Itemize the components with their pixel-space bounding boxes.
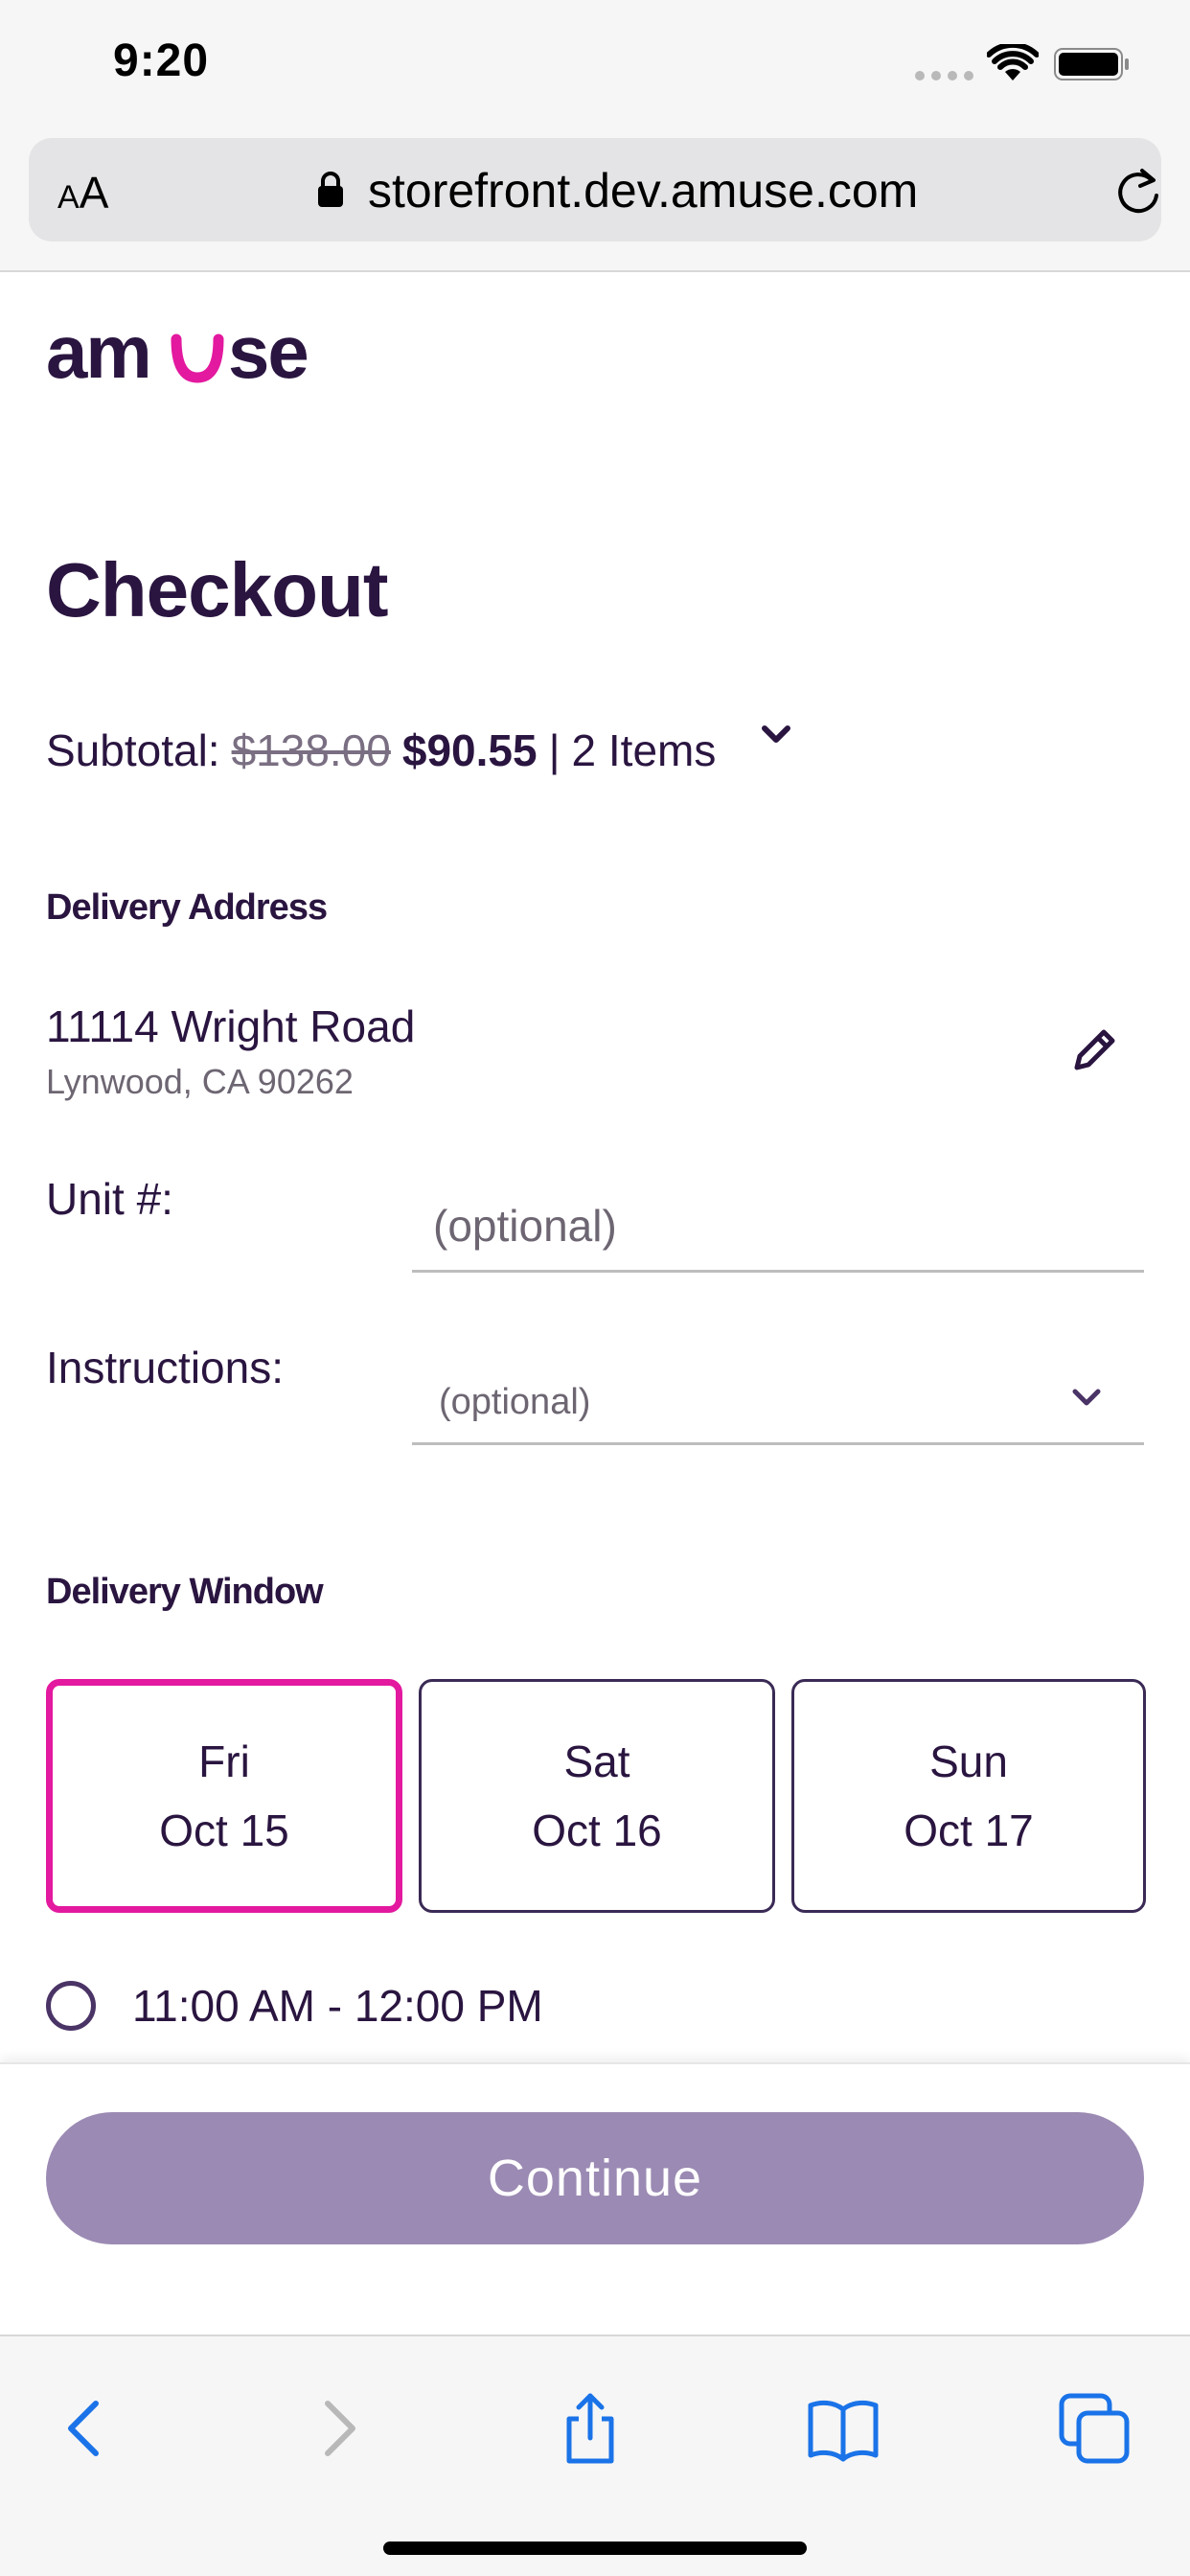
- wifi-icon: [987, 44, 1039, 80]
- subtotal-label: Subtotal:: [46, 725, 220, 775]
- svg-text:am: am: [46, 314, 150, 391]
- date-option-day: Sun: [929, 1736, 1008, 1786]
- date-option-day: Sat: [563, 1736, 630, 1786]
- date-option-date: Oct 16: [532, 1806, 662, 1855]
- instructions-label: Instructions:: [46, 1343, 284, 1392]
- page-title: Checkout: [46, 547, 388, 632]
- subtotal-summary[interactable]: Subtotal: $138.00 $90.55 | 2 Items: [46, 724, 716, 776]
- chevron-down-icon: [1072, 1389, 1101, 1406]
- browser-toolbar: [0, 2334, 1190, 2576]
- date-option-sun[interactable]: Sun Oct 17: [791, 1679, 1146, 1913]
- time-slot-label: 11:00 AM - 12:00 PM: [132, 1981, 543, 2031]
- pencil-edit-icon[interactable]: [1067, 1024, 1121, 1077]
- date-option-date: Oct 17: [904, 1806, 1034, 1855]
- address-bar[interactable]: AA storefront.dev.amuse.com: [29, 138, 1161, 242]
- instructions-selected-value: (optional): [439, 1382, 591, 1422]
- date-option-day: Fri: [198, 1736, 250, 1786]
- forward-icon[interactable]: [301, 2390, 378, 2467]
- chevron-down-icon[interactable]: [757, 717, 795, 755]
- time-slot-option[interactable]: 11:00 AM - 12:00 PM: [46, 1980, 543, 2032]
- reload-icon[interactable]: [1113, 167, 1163, 217]
- tabs-icon[interactable]: [1056, 2390, 1133, 2467]
- original-price: $138.00: [231, 725, 391, 775]
- home-indicator: [383, 2542, 807, 2555]
- amuse-logo[interactable]: am se: [46, 314, 333, 391]
- address-street: 11114 Wright Road: [46, 1001, 416, 1051]
- address-city-state-zip: Lynwood, CA 90262: [46, 1062, 354, 1101]
- continue-button[interactable]: Continue: [46, 2112, 1144, 2244]
- item-count: 2 Items: [571, 725, 717, 775]
- date-option-fri[interactable]: Fri Oct 15: [46, 1679, 402, 1913]
- delivery-window-heading: Delivery Window: [46, 1572, 324, 1612]
- lock-icon: [318, 172, 343, 207]
- status-bar: 9:20: [0, 0, 1190, 134]
- status-time: 9:20: [113, 35, 210, 86]
- url-text[interactable]: storefront.dev.amuse.com: [368, 163, 918, 218]
- back-icon[interactable]: [46, 2390, 123, 2467]
- text-size-button[interactable]: AA: [57, 167, 108, 218]
- unit-input[interactable]: [412, 1181, 1144, 1273]
- cellular-signal-icon: [915, 71, 973, 80]
- date-option-date: Oct 15: [159, 1806, 289, 1855]
- instructions-dropdown[interactable]: (optional): [412, 1351, 1144, 1445]
- time-slot-radio[interactable]: [46, 1981, 96, 2031]
- date-option-sat[interactable]: Sat Oct 16: [419, 1679, 775, 1913]
- discounted-price: $90.55: [401, 725, 538, 775]
- share-icon[interactable]: [552, 2390, 629, 2467]
- checkout-footer: Continue: [0, 2062, 1190, 2334]
- browser-address-area: AA storefront.dev.amuse.com: [0, 134, 1190, 272]
- delivery-address-heading: Delivery Address: [46, 887, 328, 928]
- battery-icon: [1054, 48, 1129, 80]
- svg-text:se: se: [228, 314, 308, 391]
- bookmarks-icon[interactable]: [805, 2390, 881, 2467]
- unit-label: Unit #:: [46, 1174, 173, 1224]
- separator: |: [548, 725, 561, 775]
